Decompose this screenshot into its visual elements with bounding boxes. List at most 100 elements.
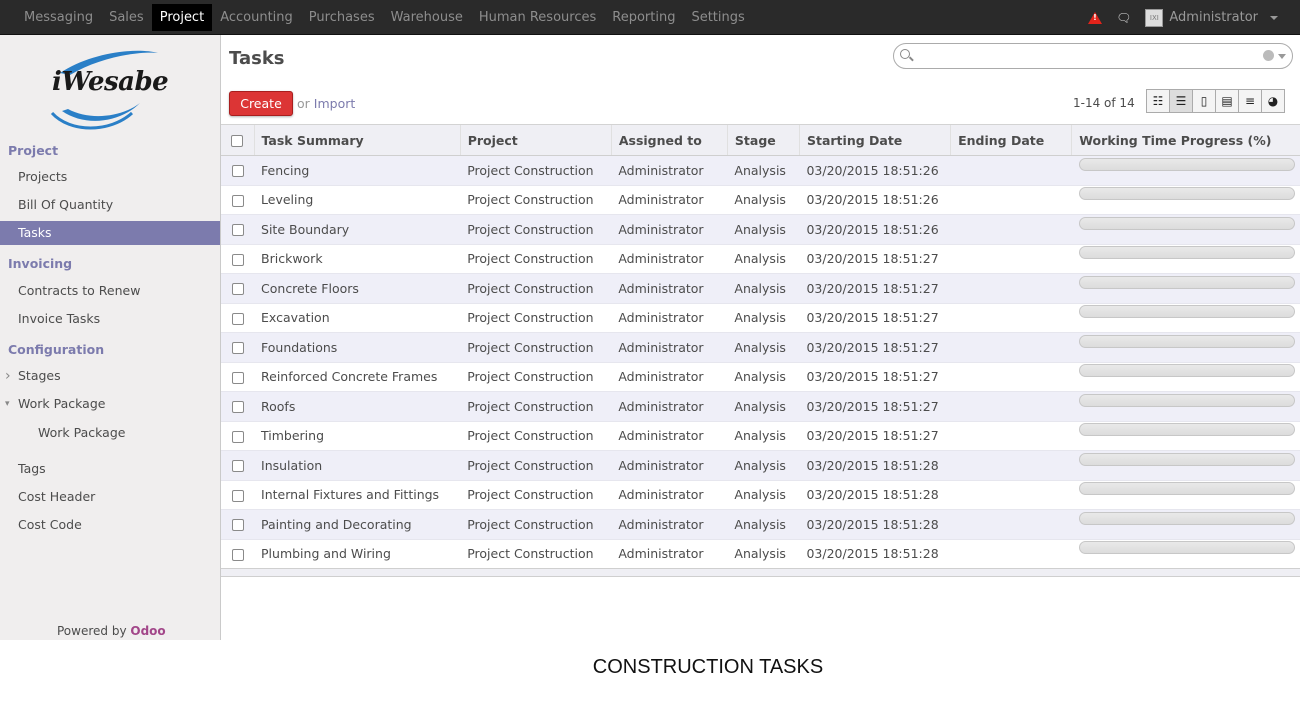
checkbox[interactable] <box>231 342 244 355</box>
table-row[interactable]: Concrete Floors Project Construction Admin… <box>221 273 1300 304</box>
table-row[interactable]: Excavation Project Construction Administra… <box>221 303 1300 333</box>
top-menu-human-resources[interactable]: Human Resources <box>471 4 604 31</box>
top-menu: Messaging Sales Project Accounting Purchases… <box>16 0 753 35</box>
search-options-icon[interactable] <box>1278 54 1286 59</box>
row-checkbox-cell[interactable] <box>221 332 255 363</box>
checkbox[interactable] <box>231 371 244 384</box>
column-header-ending-date[interactable]: Ending Date <box>950 124 1072 156</box>
select-all-checkbox[interactable] <box>221 124 255 156</box>
task-summary-cell: Roofs <box>254 391 461 422</box>
checkbox[interactable] <box>231 519 244 532</box>
table-row[interactable]: Leveling Project Construction Administrato… <box>221 185 1300 215</box>
sidebar-item-work-package[interactable]: ▾ Work Package <box>0 392 220 416</box>
checkbox[interactable] <box>231 135 244 147</box>
checkbox[interactable] <box>231 430 244 443</box>
checkbox[interactable] <box>231 224 244 237</box>
checkbox[interactable] <box>231 312 244 325</box>
project-cell: Project Construction <box>460 480 612 510</box>
row-checkbox-cell[interactable] <box>221 362 255 392</box>
sidebar-item-projects[interactable]: Projects <box>0 165 220 189</box>
sidebar-item-contracts-to-renew[interactable]: Contracts to Renew <box>0 279 220 303</box>
row-checkbox-cell[interactable] <box>221 480 255 510</box>
top-menu-sales[interactable]: Sales <box>101 4 152 31</box>
row-checkbox-cell[interactable] <box>221 244 255 274</box>
starting-date-cell: 03/20/2015 18:51:27 <box>799 362 951 392</box>
row-checkbox-cell[interactable] <box>221 509 255 540</box>
table-row[interactable]: Foundations Project Construction Administr… <box>221 332 1300 363</box>
row-checkbox-cell[interactable] <box>221 273 255 304</box>
checkbox[interactable] <box>231 548 244 561</box>
table-row[interactable]: Fencing Project Construction Administrator… <box>221 155 1300 186</box>
table-row[interactable]: Brickwork Project Construction Administrat… <box>221 244 1300 274</box>
row-checkbox-cell[interactable] <box>221 421 255 451</box>
table-row[interactable]: Site Boundary Project Construction Adminis… <box>221 214 1300 245</box>
column-header-assigned-to[interactable]: Assigned to <box>610 124 728 156</box>
form-view-icon[interactable]: ▯ <box>1192 89 1216 113</box>
progress-cell <box>1071 214 1300 245</box>
search-input[interactable] <box>893 43 1293 69</box>
table-row[interactable]: Internal Fixtures and Fittings Project Co… <box>221 480 1300 510</box>
table-row[interactable]: Painting and Decorating Project Construct… <box>221 509 1300 540</box>
sidebar-item-invoice-tasks[interactable]: Invoice Tasks <box>0 307 220 331</box>
user-menu[interactable]: IXI Administrator <box>1145 8 1278 27</box>
checkbox[interactable] <box>231 165 244 178</box>
row-checkbox-cell[interactable] <box>221 391 255 422</box>
graph-view-icon[interactable]: ◕ <box>1261 89 1285 113</box>
row-checkbox-cell[interactable] <box>221 155 255 186</box>
stage-cell: Analysis <box>727 391 800 422</box>
list-view-icon[interactable]: ☰ <box>1169 89 1193 113</box>
alert-icon[interactable] <box>1088 11 1103 24</box>
row-checkbox-cell[interactable] <box>221 539 255 569</box>
sidebar-item-tasks[interactable]: Tasks <box>0 221 220 245</box>
table-row[interactable]: Timbering Project Construction Administrat… <box>221 421 1300 451</box>
row-checkbox-cell[interactable] <box>221 303 255 333</box>
column-header-project[interactable]: Project <box>459 124 612 156</box>
checkbox[interactable] <box>231 460 244 473</box>
table-row[interactable]: Insulation Project Construction Administra… <box>221 450 1300 481</box>
row-checkbox-cell[interactable] <box>221 185 255 215</box>
project-cell: Project Construction <box>460 273 612 304</box>
company-logo[interactable]: iWesabe <box>40 43 170 133</box>
checkbox[interactable] <box>231 489 244 502</box>
row-checkbox-cell[interactable] <box>221 450 255 481</box>
sidebar-item-cost-header[interactable]: Cost Header <box>0 485 220 509</box>
checkbox[interactable] <box>231 401 244 414</box>
column-header-task-summary[interactable]: Task Summary <box>253 124 461 156</box>
chevron-right-icon[interactable]: › <box>5 364 11 388</box>
task-summary-cell: Painting and Decorating <box>254 509 461 540</box>
checkbox[interactable] <box>231 253 244 266</box>
top-menu-settings[interactable]: Settings <box>683 4 752 31</box>
top-menu-purchases[interactable]: Purchases <box>301 4 383 31</box>
column-header-stage[interactable]: Stage <box>726 124 800 156</box>
odoo-link[interactable]: Odoo <box>130 624 165 638</box>
tasks-table: Task Summary Project Assigned to Stage Start… <box>221 124 1300 569</box>
checkbox[interactable] <box>231 194 244 207</box>
sidebar-item-cost-code[interactable]: Cost Code <box>0 513 220 537</box>
top-menu-reporting[interactable]: Reporting <box>604 4 683 31</box>
row-checkbox-cell[interactable] <box>221 214 255 245</box>
top-menu-accounting[interactable]: Accounting <box>212 4 301 31</box>
sidebar-item-bill-of-quantity[interactable]: Bill Of Quantity <box>0 193 220 217</box>
sidebar-item-tags[interactable]: Tags <box>0 457 220 481</box>
table-row[interactable]: Reinforced Concrete Frames Project Constr… <box>221 362 1300 392</box>
table-row[interactable]: Roofs Project Construction Administrator An… <box>221 391 1300 422</box>
sidebar-item-work-package-sub[interactable]: Work Package <box>0 421 220 445</box>
top-menu-project[interactable]: Project <box>151 4 213 31</box>
chat-icon[interactable]: 🗨 <box>1116 11 1131 25</box>
sidebar-item-stages[interactable]: › Stages <box>0 364 220 388</box>
assigned-to-cell: Administrator <box>611 362 728 392</box>
pager[interactable]: 1-14 of 14 <box>1073 96 1135 110</box>
checkbox[interactable] <box>231 283 244 296</box>
table-row[interactable]: Plumbing and Wiring Project Construction A… <box>221 539 1300 569</box>
kanban-view-icon[interactable]: ☷ <box>1146 89 1170 113</box>
chevron-down-icon[interactable]: ▾ <box>5 392 10 416</box>
import-link[interactable]: Import <box>314 96 356 111</box>
column-header-starting-date[interactable]: Starting Date <box>798 124 951 156</box>
top-menu-messaging[interactable]: Messaging <box>16 4 101 31</box>
gantt-view-icon[interactable]: ≡ <box>1238 89 1262 113</box>
create-button[interactable]: Create <box>229 91 293 116</box>
clear-icon[interactable] <box>1263 50 1274 61</box>
top-menu-warehouse[interactable]: Warehouse <box>383 4 471 31</box>
column-header-working-time-progress[interactable]: Working Time Progress (%) <box>1071 124 1300 156</box>
calendar-view-icon[interactable]: ▤ <box>1215 89 1239 113</box>
